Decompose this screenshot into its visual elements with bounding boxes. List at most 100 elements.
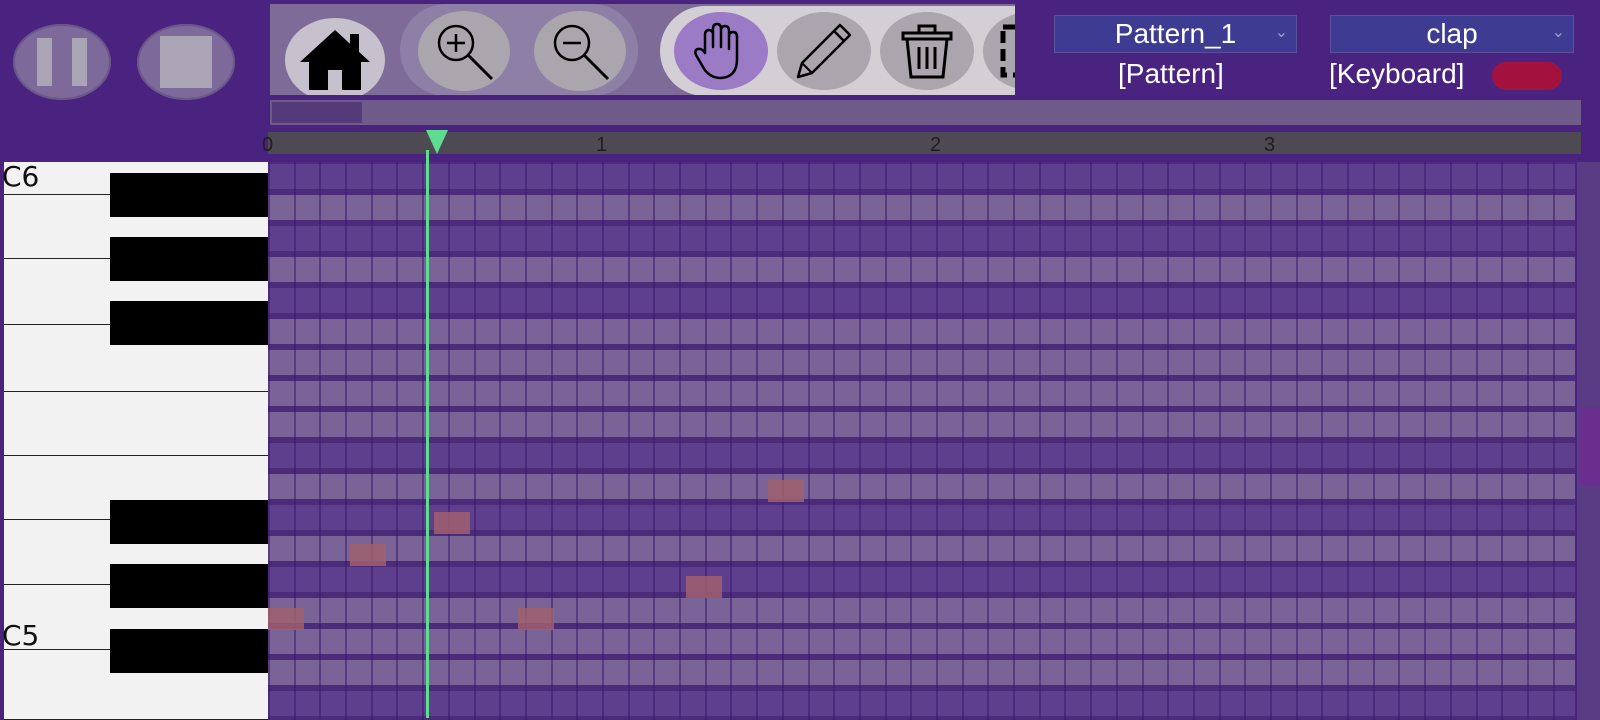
grid-line [1090,162,1092,720]
grid-line [422,162,424,720]
playhead[interactable] [426,130,448,154]
grid-row[interactable] [268,598,1575,623]
black-key[interactable] [110,237,268,281]
black-key[interactable] [110,564,268,608]
record-toggle[interactable] [1492,62,1562,90]
grid-row[interactable] [268,257,1575,282]
grid-row[interactable] [268,350,1575,375]
grid-row[interactable] [268,288,1575,313]
home-icon [300,30,370,90]
stop-button[interactable] [137,24,235,100]
key-label-c5: C5 [2,619,40,652]
grid-line [294,162,296,720]
grid-line [1244,162,1246,720]
grid-row[interactable] [268,164,1575,189]
grid-row[interactable] [268,629,1575,654]
midi-note[interactable] [768,480,804,502]
grid-line [730,162,732,720]
grid-line [1527,162,1529,720]
black-key[interactable] [110,301,268,345]
hand-tool-button[interactable] [674,12,768,90]
grid-line [1398,162,1400,720]
grid-line [1321,162,1323,720]
grid-line [653,162,655,720]
key-label-c6: C6 [2,162,40,193]
black-key[interactable] [110,629,268,673]
grid-row[interactable] [268,443,1575,468]
delete-tool-button[interactable] [880,12,974,90]
grid-line [1424,162,1426,720]
grid-row[interactable] [268,319,1575,344]
grid-row[interactable] [268,691,1575,716]
chevron-down-icon: ⌄ [1551,24,1565,41]
grid-line [962,162,964,720]
instrument-select[interactable]: clap ⌄ [1330,15,1574,53]
instrument-select-value: clap [1426,18,1478,49]
hand-icon [694,22,739,80]
grid-line [1450,162,1452,720]
grid-line [808,162,810,720]
ruler-label-3: 3 [1264,134,1276,156]
grid-line [371,162,373,720]
grid-line [1501,162,1503,720]
grid-row[interactable] [268,412,1575,437]
zoom-out-button[interactable] [534,11,626,91]
grid-line [756,162,758,720]
black-key[interactable] [110,500,268,544]
grid-line [782,162,784,720]
midi-note[interactable] [350,544,386,566]
grid-line [499,162,501,720]
grid-line [1219,162,1221,720]
grid-row[interactable] [268,536,1575,561]
grid-line [910,162,912,720]
horizontal-scrollbar[interactable] [270,100,1581,125]
grid-row[interactable] [268,660,1575,685]
grid-row[interactable] [268,381,1575,406]
grid-line [345,162,347,720]
piano-roll-grid[interactable] [268,162,1575,720]
zoom-out-icon [553,24,610,81]
midi-note[interactable] [518,608,554,630]
grid-line [1553,162,1555,720]
grid-line [859,162,861,720]
horizontal-scroll-thumb[interactable] [272,102,362,123]
zoom-in-button[interactable] [418,11,510,91]
grid-line [1270,162,1272,720]
grid-line [833,162,835,720]
grid-line [936,162,938,720]
pattern-select[interactable]: Pattern_1 ⌄ [1054,15,1297,53]
grid-row[interactable] [268,226,1575,251]
pattern-mode-label: [Pattern] [1118,58,1224,89]
grid-line [987,162,989,720]
midi-note[interactable] [686,576,722,598]
grid-line [1039,162,1041,720]
vertical-scrollbar[interactable] [1577,162,1600,720]
grid-line [525,162,527,720]
grid-line [1476,162,1478,720]
pencil-tool-button[interactable] [777,12,871,90]
vertical-scroll-thumb[interactable] [1580,407,1600,485]
pencil-icon [796,23,852,79]
grid-line [1064,162,1066,720]
grid-line [448,162,450,720]
timeline-ruler[interactable] [268,132,1581,154]
grid-line [1193,162,1195,720]
grid-line [885,162,887,720]
home-button[interactable] [285,18,385,95]
midi-note[interactable] [434,512,470,534]
grid-line [679,162,681,720]
midi-note[interactable] [268,608,304,630]
ruler-label-0: 0 [262,134,274,156]
toolbar [270,4,1015,95]
white-key[interactable] [4,392,268,456]
grid-line [1142,162,1144,720]
black-key[interactable] [110,173,268,217]
grid-line [602,162,604,720]
grid-line [1013,162,1015,720]
grid-line [1167,162,1169,720]
grid-row[interactable] [268,474,1575,499]
grid-row[interactable] [268,567,1575,592]
grid-row[interactable] [268,195,1575,220]
grid-line [705,162,707,720]
pause-button[interactable] [13,24,111,100]
